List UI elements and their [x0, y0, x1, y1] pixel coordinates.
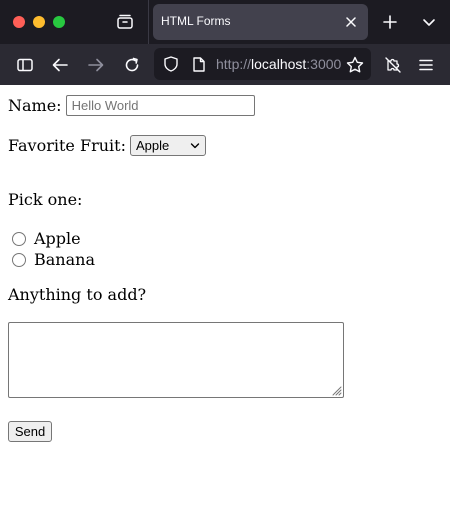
menu-hamburger-icon[interactable] — [415, 54, 437, 76]
tab-title: HTML Forms — [161, 14, 231, 28]
extensions-puzzle-icon[interactable] — [382, 54, 404, 76]
tab-overview-icon[interactable] — [113, 11, 137, 33]
close-tab-icon[interactable] — [342, 13, 360, 31]
resize-handle-icon[interactable] — [330, 384, 342, 396]
new-tab-icon[interactable] — [379, 11, 401, 33]
comment-textarea[interactable] — [8, 322, 344, 398]
page-icon[interactable] — [190, 55, 208, 73]
url-port: :3000 — [306, 56, 342, 72]
radio-apple[interactable] — [12, 231, 26, 246]
pick-one-label: Pick one: — [8, 190, 83, 209]
radio-banana[interactable] — [12, 252, 26, 267]
reload-icon[interactable] — [121, 54, 143, 76]
sidebar-icon[interactable] — [14, 54, 36, 76]
url-host: localhost — [251, 56, 307, 72]
url-text: http://localhost:3000 — [216, 56, 341, 72]
radio-apple-label: Apple — [34, 229, 81, 248]
radio-option-apple[interactable]: Apple — [12, 229, 81, 248]
url-scheme: http:// — [216, 56, 252, 72]
close-window-button[interactable] — [13, 16, 25, 28]
chevron-down-icon — [190, 143, 200, 149]
fruit-select[interactable]: Apple — [129, 135, 206, 156]
name-label: Name: — [8, 96, 62, 115]
bookmark-star-icon[interactable] — [344, 54, 366, 76]
comment-label: Anything to add? — [8, 285, 147, 304]
zoom-window-button[interactable] — [53, 16, 65, 28]
send-button[interactable]: Send — [8, 421, 52, 442]
tab-html-forms[interactable]: HTML Forms — [153, 4, 368, 40]
name-row: Name: — [8, 95, 255, 116]
fruit-row: Favorite Fruit: Apple — [8, 135, 206, 156]
navigation-toolbar: http://localhost:3000 — [0, 44, 450, 85]
radio-banana-label: Banana — [34, 250, 95, 269]
radio-option-banana[interactable]: Banana — [12, 250, 95, 269]
fruit-select-value: Apple — [135, 138, 170, 153]
tab-divider — [148, 0, 149, 44]
fruit-label: Favorite Fruit: — [8, 136, 126, 155]
back-arrow-icon[interactable] — [49, 54, 71, 76]
chevron-down-icon[interactable] — [418, 11, 440, 33]
tab-bar: HTML Forms — [0, 0, 450, 44]
shield-icon[interactable] — [162, 55, 180, 73]
minimize-window-button[interactable] — [33, 16, 45, 28]
name-input[interactable] — [65, 95, 255, 116]
address-bar[interactable]: http://localhost:3000 — [154, 48, 371, 80]
forward-arrow-icon[interactable] — [85, 54, 107, 76]
